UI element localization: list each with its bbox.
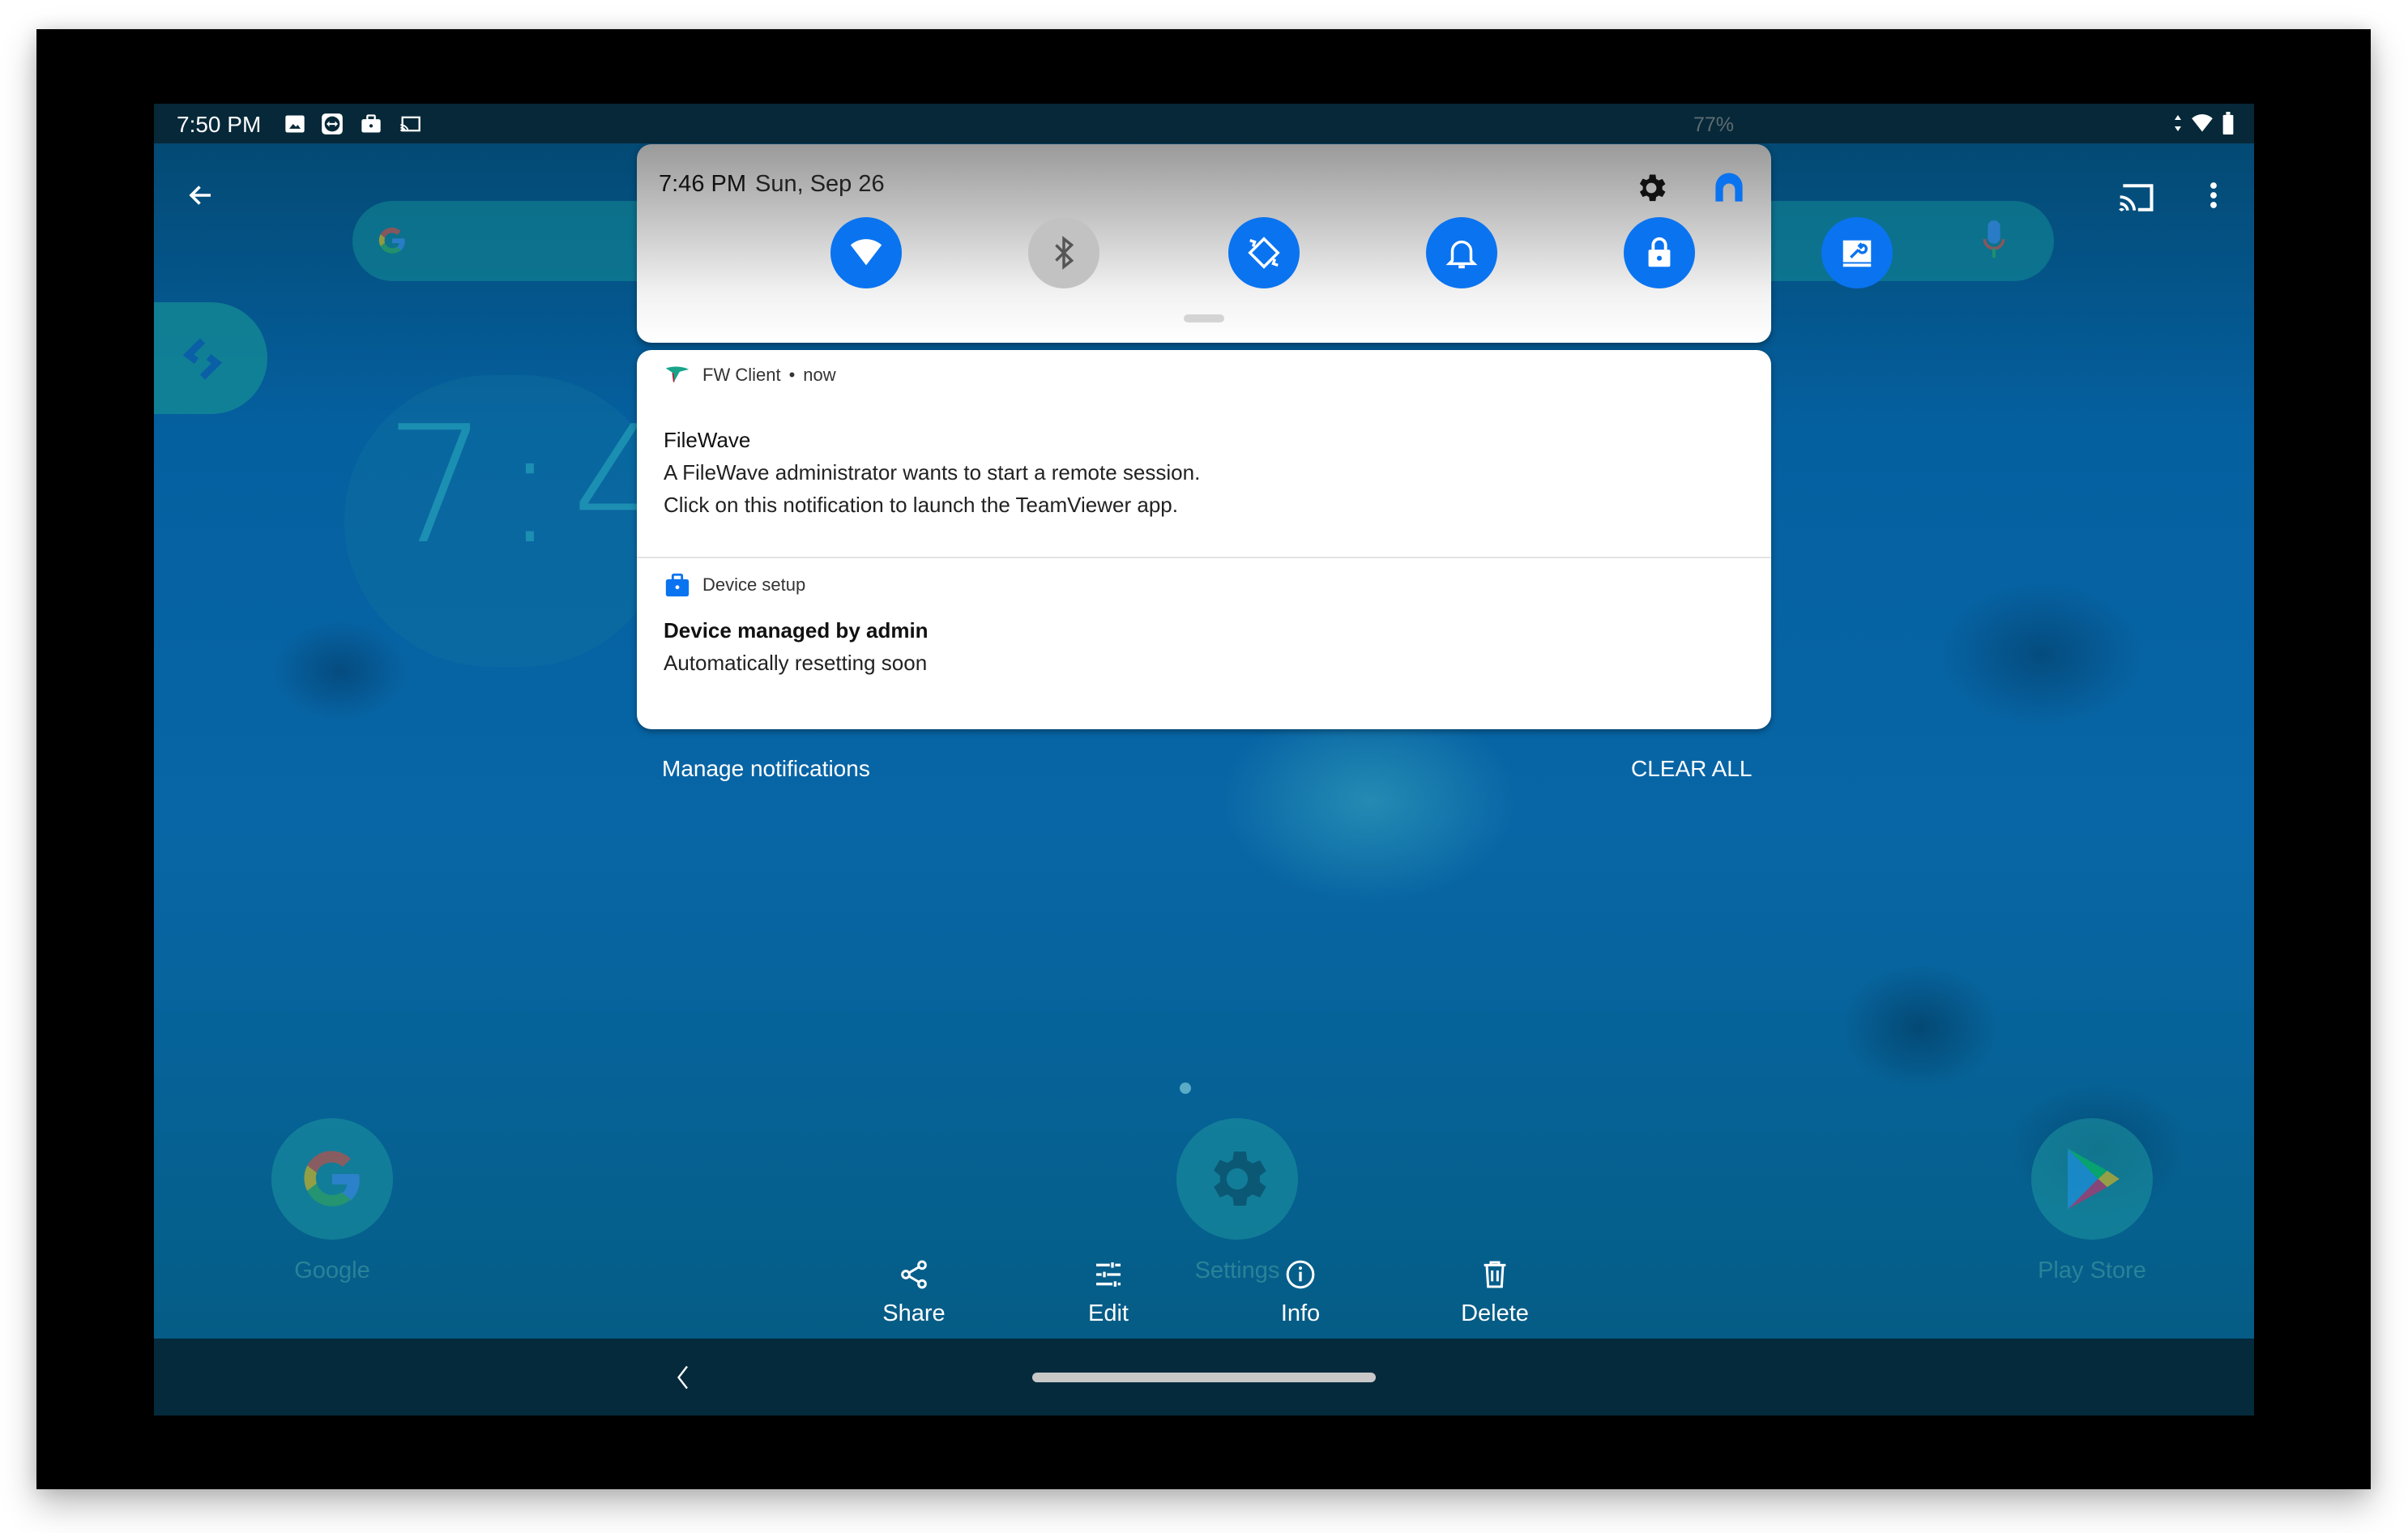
more-vert-icon[interactable]: [2204, 181, 2223, 210]
notification-app-name: FW Client: [702, 365, 781, 385]
user-icon[interactable]: [1710, 169, 1748, 207]
notification-body-line: A FileWave administrator wants to start …: [664, 460, 1201, 485]
tune-icon: [1096, 1262, 1121, 1287]
notification-time: now: [803, 365, 836, 385]
qs-date[interactable]: Sun, Sep 26: [755, 171, 885, 198]
cast-button[interactable]: [2117, 181, 2156, 215]
bell-icon: [1445, 240, 1478, 269]
qs-tile-auto-rotate[interactable]: [1228, 217, 1300, 288]
status-bar: 7:50 PM 77%: [154, 104, 2254, 143]
gear-icon[interactable]: [1633, 170, 1669, 206]
qs-tile-wifi[interactable]: [830, 217, 902, 288]
google-g-icon: [378, 227, 405, 254]
google-icon: [304, 1151, 360, 1206]
cast-icon: [399, 116, 421, 132]
battery-icon: [2222, 112, 2234, 135]
notification-header: FW Client • now: [664, 361, 836, 389]
notification-title: Device managed by admin: [664, 618, 929, 643]
notification-body-line: Click on this notification to launch the…: [664, 493, 1178, 517]
work-briefcase-icon: [665, 573, 690, 597]
teamviewer-icon: [322, 113, 343, 135]
notification-separator: •: [788, 365, 796, 385]
status-right-icons: [2173, 112, 2235, 135]
nav-back-icon[interactable]: [672, 1363, 692, 1392]
share-button[interactable]: Share: [857, 1258, 971, 1327]
battery-percent: 77%: [1693, 113, 1735, 136]
play-store-icon: [2068, 1148, 2120, 1210]
edit-button[interactable]: Edit: [1052, 1258, 1165, 1327]
fw-client-icon: [665, 366, 690, 382]
clear-all-button[interactable]: CLEAR ALL: [1631, 756, 1752, 782]
share-icon: [901, 1260, 927, 1289]
action-label: Edit: [1088, 1300, 1129, 1326]
image-icon: [285, 115, 305, 133]
app-label: Play Store: [2038, 1258, 2146, 1283]
work-briefcase-icon: [361, 114, 381, 133]
edge-panel-handle[interactable]: [154, 302, 267, 414]
info-button[interactable]: Info: [1244, 1258, 1357, 1327]
notification-device-setup[interactable]: Device setup Device managed by admin Aut…: [637, 557, 1771, 729]
notification-body-line: Automatically resetting soon: [664, 651, 928, 675]
notification-filewave[interactable]: FW Client • now FileWave A FileWave admi…: [637, 350, 1771, 557]
lock-icon: [1648, 237, 1671, 267]
qs-tile-remote-support[interactable]: [1821, 217, 1893, 288]
app-play-store[interactable]: Play Store: [2019, 1118, 2165, 1284]
notification-title: FileWave: [664, 428, 751, 452]
qs-tile-lock[interactable]: [1624, 217, 1695, 288]
wifi-icon: [850, 239, 882, 266]
delete-button[interactable]: Delete: [1438, 1258, 1552, 1327]
info-icon: [1286, 1260, 1315, 1289]
notification-stack: FW Client • now FileWave A FileWave admi…: [637, 350, 1771, 729]
trash-icon: [1484, 1261, 1506, 1288]
status-time: 7:50 PM: [177, 112, 262, 137]
action-label: Info: [1280, 1300, 1321, 1326]
navigation-bar: [154, 1339, 2254, 1416]
settings-icon: [1214, 1151, 1266, 1206]
manage-notifications-button[interactable]: Manage notifications: [662, 756, 870, 782]
wifi-icon: [2192, 114, 2213, 132]
data-arrows-icon: [2175, 115, 2181, 131]
bluetooth-icon: [1055, 236, 1074, 270]
page-indicator: [1180, 1082, 1191, 1094]
back-arrow-icon[interactable]: [186, 181, 216, 210]
notification-header: Device setup: [664, 571, 805, 599]
edge-panel-icon: [182, 338, 223, 380]
wrench-screen-icon: [1842, 240, 1872, 267]
mic-icon[interactable]: [1983, 220, 2005, 261]
app-label: Google: [294, 1258, 370, 1283]
action-label: Share: [882, 1300, 946, 1326]
app-google[interactable]: Google: [259, 1118, 405, 1284]
qs-drag-handle[interactable]: [1184, 314, 1224, 322]
qs-tile-sound[interactable]: [1426, 217, 1497, 288]
qs-tile-bluetooth[interactable]: [1028, 217, 1099, 288]
home-gesture-pill[interactable]: [1032, 1373, 1376, 1382]
qs-time: 7:46 PM: [659, 171, 746, 197]
rotate-icon: [1248, 237, 1280, 269]
quick-settings-panel: 7:46 PM Sun, Sep 26: [637, 144, 1893, 343]
action-label: Delete: [1461, 1300, 1529, 1326]
device-screen: 7:50 PM 77% 7:46 Google Settings Play St…: [154, 104, 2254, 1416]
notification-app-name: Device setup: [702, 574, 806, 595]
